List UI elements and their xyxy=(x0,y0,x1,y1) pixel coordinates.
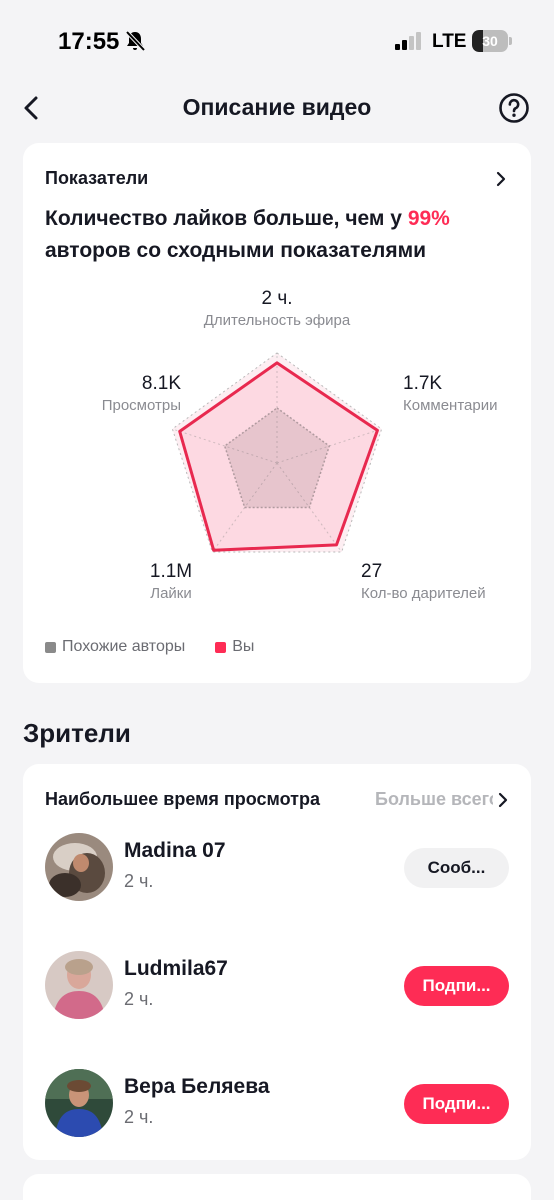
viewer-watch-time: 2 ч. xyxy=(124,989,154,1009)
battery-level: 30 xyxy=(482,33,498,49)
legend-item-you: Вы xyxy=(215,638,254,656)
viewers-card: Наибольшее время просмотра Больше всего … xyxy=(23,764,531,1160)
radar-value: 8.1K xyxy=(141,373,181,394)
status-time: 17:55 xyxy=(58,28,120,55)
avatar[interactable] xyxy=(45,833,113,901)
chevron-right-icon[interactable] xyxy=(493,171,509,187)
viewer-row[interactable]: Ludmila67 2 ч. Подпи... xyxy=(23,951,531,1021)
avatar[interactable] xyxy=(45,951,113,1019)
legend-label: Похожие авторы xyxy=(62,638,186,655)
help-icon[interactable] xyxy=(498,92,530,124)
chevron-right-icon[interactable] xyxy=(495,792,511,808)
metrics-card: Показатели Количество лайков больше, чем… xyxy=(23,143,531,683)
bell-muted-icon xyxy=(125,30,146,52)
viewer-name: Вера Беляева xyxy=(124,1075,270,1098)
nav-bar: Описание видео xyxy=(0,84,554,132)
legend-swatch xyxy=(45,641,56,653)
radar-axis-name: Длительность эфира xyxy=(203,312,351,329)
follow-button[interactable]: Подпи... xyxy=(404,1084,509,1124)
message-button[interactable]: Сооб... xyxy=(404,848,509,888)
network-label: LTE xyxy=(432,31,467,52)
viewer-watch-time: 2 ч. xyxy=(124,871,154,891)
viewer-row[interactable]: Вера Беляева 2 ч. Подпи... xyxy=(23,1069,531,1139)
viewers-card-title: Наибольшее время просмотра xyxy=(45,789,321,809)
page-title: Описание видео xyxy=(182,94,372,120)
radar-axis-name: Комментарии xyxy=(403,397,498,414)
legend-item-similar: Похожие авторы xyxy=(45,638,185,656)
signal-icon xyxy=(395,32,421,50)
radar-label-comments: 1.7K Комментарии xyxy=(403,373,513,414)
viewer-name: Ludmila67 xyxy=(124,957,228,980)
next-card xyxy=(23,1174,531,1200)
metrics-section-label: Показатели xyxy=(45,168,149,188)
viewer-row[interactable]: Madina 07 2 ч. Сооб... xyxy=(23,833,531,903)
radar-chart: 2 ч. Длительность эфира 1.7K Комментарии… xyxy=(23,273,531,613)
viewers-section-title: Зрители xyxy=(23,718,131,748)
headline-highlight: 99% xyxy=(407,207,450,230)
radar-label-gifters: 27 Кол-во дарителей xyxy=(361,561,511,602)
metrics-headline: Количество лайков больше, чем у 99% авто… xyxy=(45,203,515,267)
radar-axis-name: Просмотры xyxy=(101,397,181,414)
legend-label: Вы xyxy=(232,638,255,655)
radar-axis-name: Кол-во дарителей xyxy=(361,585,486,602)
radar-label-duration: 2 ч. Длительность эфира xyxy=(177,288,377,329)
chart-legend: Похожие авторы Вы xyxy=(45,636,284,658)
avatar[interactable] xyxy=(45,1069,113,1137)
legend-swatch xyxy=(215,641,227,653)
follow-button[interactable]: Подпи... xyxy=(404,966,509,1006)
headline-prefix: Количество лайков больше, чем у xyxy=(45,207,408,230)
viewer-watch-time: 2 ч. xyxy=(124,1107,154,1127)
radar-value: 2 ч. xyxy=(261,288,293,309)
headline-suffix: авторов со сходными показателями xyxy=(45,239,427,262)
radar-value: 27 xyxy=(361,561,383,582)
radar-axis-name: Лайки xyxy=(150,585,192,602)
radar-label-likes: 1.1M Лайки xyxy=(121,561,221,602)
battery-indicator: 30 xyxy=(472,30,512,52)
radar-value: 1.1M xyxy=(149,561,193,582)
status-bar: 17:55 LTE 30 xyxy=(0,0,554,80)
radar-label-views: 8.1K Просмотры xyxy=(51,373,181,414)
see-more-link[interactable]: Больше всего xyxy=(375,789,493,810)
viewer-name: Madina 07 xyxy=(124,839,226,862)
radar-value: 1.7K xyxy=(403,373,443,394)
